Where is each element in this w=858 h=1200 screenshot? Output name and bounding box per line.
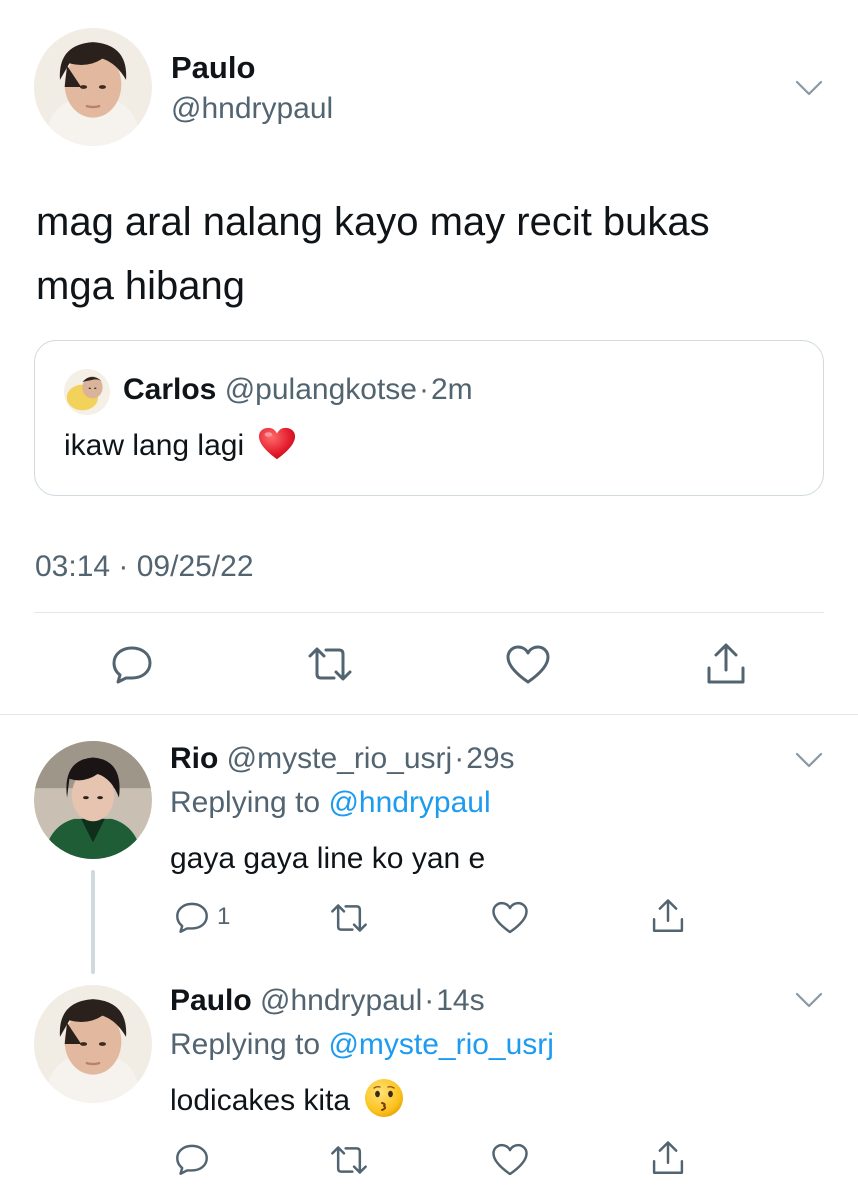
avatar-photo: [34, 741, 152, 859]
replying-to-line: Replying to @hndrypaul: [170, 786, 491, 820]
quoted-avatar-photo: [64, 369, 110, 415]
reply-text: gaya gaya line ko yan e: [170, 842, 486, 875]
quoted-tweet-text-row: ikaw lang lagi: [64, 426, 296, 463]
quoted-tweet-card[interactable]: Carlos @pulangkotse·2m ikaw lang lagi: [34, 340, 824, 496]
quoted-author-name[interactable]: Carlos: [123, 373, 216, 406]
quoted-author-avatar: [64, 369, 110, 415]
reply-author-avatar[interactable]: [34, 985, 152, 1103]
tweet-text-line: mga hibang: [36, 264, 246, 308]
retweet-icon[interactable]: [306, 646, 354, 682]
red-heart-icon: [258, 426, 296, 462]
quoted-time[interactable]: 2m: [431, 373, 473, 406]
dot-separator: ·: [418, 373, 429, 406]
tweet-timestamp[interactable]: 03:14 · 09/25/22: [35, 550, 254, 584]
quoted-tweet-text: ikaw lang lagi: [64, 429, 245, 462]
reply-text-row: lodicakes kita: [170, 1079, 404, 1118]
thread-line: [91, 870, 95, 974]
quoted-tweet-header: Carlos @pulangkotse·2m: [123, 373, 473, 407]
reply-header: Rio @myste_rio_usrj·29s: [170, 742, 515, 776]
replying-to-label: Replying to: [170, 786, 321, 819]
dot-separator: ·: [454, 742, 465, 775]
tweet-text: mag aral nalang kayo may recit bukas mga…: [36, 190, 836, 318]
reply-icon[interactable]: [174, 1142, 210, 1176]
reply-text: lodicakes kita: [170, 1084, 351, 1117]
reply-time[interactable]: 14s: [436, 984, 484, 1017]
dot-separator: ·: [424, 984, 435, 1017]
divider: [34, 612, 824, 613]
reply-author-name[interactable]: Paulo: [170, 984, 252, 1017]
tweet-text-line: mag aral nalang kayo may recit bukas: [36, 200, 710, 244]
like-icon[interactable]: [505, 645, 551, 685]
chevron-down-icon[interactable]: [794, 78, 824, 98]
retweet-icon[interactable]: [329, 1145, 369, 1175]
replying-to-link[interactable]: @myste_rio_usrj: [328, 1028, 554, 1061]
reply-author-name[interactable]: Rio: [170, 742, 218, 775]
replying-to-label: Replying to: [170, 1028, 321, 1061]
replying-to-link[interactable]: @hndrypaul: [328, 786, 490, 819]
like-icon[interactable]: [491, 901, 529, 935]
avatar-photo: [34, 985, 152, 1103]
author-handle[interactable]: @hndrypaul: [171, 92, 333, 126]
chevron-down-icon[interactable]: [794, 750, 824, 770]
reply-author-handle[interactable]: @myste_rio_usrj: [227, 742, 453, 775]
divider: [0, 714, 858, 715]
reply-author-handle[interactable]: @hndrypaul: [260, 984, 422, 1017]
reply-time[interactable]: 29s: [466, 742, 514, 775]
reply-icon[interactable]: [174, 900, 210, 934]
author-avatar[interactable]: [34, 28, 152, 146]
retweet-icon[interactable]: [329, 903, 369, 933]
avatar-photo: [34, 28, 152, 146]
kissing-face-icon: [364, 1078, 404, 1118]
reply-icon[interactable]: [110, 644, 154, 684]
replying-to-line: Replying to @myste_rio_usrj: [170, 1028, 554, 1062]
author-name[interactable]: Paulo: [171, 50, 255, 86]
share-icon[interactable]: [650, 897, 686, 935]
share-icon[interactable]: [704, 642, 748, 686]
like-icon[interactable]: [491, 1143, 529, 1177]
reply-header: Paulo @hndrypaul·14s: [170, 984, 485, 1018]
share-icon[interactable]: [650, 1139, 686, 1177]
chevron-down-icon[interactable]: [794, 990, 824, 1010]
quoted-author-handle[interactable]: @pulangkotse: [225, 373, 417, 406]
reply-count: 1: [217, 903, 231, 930]
reply-author-avatar[interactable]: [34, 741, 152, 859]
